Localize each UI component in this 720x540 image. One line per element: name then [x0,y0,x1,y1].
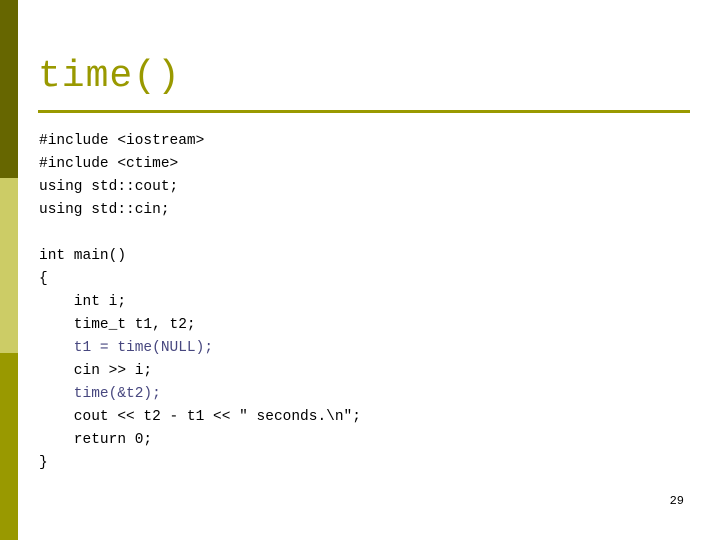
code-line: t1 = time(NULL); [39,340,214,356]
code-line: #include <iostream> [39,133,205,149]
code-line: using std::cin; [39,202,170,218]
code-block: #include <iostream> #include <ctime> using… [39,130,699,475]
page-title: time() [38,55,181,98]
title-underline-rule [38,110,690,113]
code-line: cout << t2 - t1 << " seconds.\n"; [39,409,361,425]
sidebar-band-middle [0,178,18,353]
decorative-sidebar [0,0,18,540]
code-line: { [39,271,48,287]
code-line: cin >> i; [39,363,153,379]
code-line: } [39,455,48,471]
code-line: int i; [39,294,127,310]
code-line: time(&t2); [39,386,161,402]
sidebar-band-top [0,0,18,178]
code-line: #include <ctime> [39,156,179,172]
code-line: using std::cout; [39,179,179,195]
page-number: 29 [669,494,684,508]
code-line: time_t t1, t2; [39,317,196,333]
slide-canvas: time() #include <iostream> #include <ctim… [0,0,720,540]
code-line: return 0; [39,432,153,448]
code-line: int main() [39,248,127,264]
sidebar-band-bottom [0,353,18,540]
